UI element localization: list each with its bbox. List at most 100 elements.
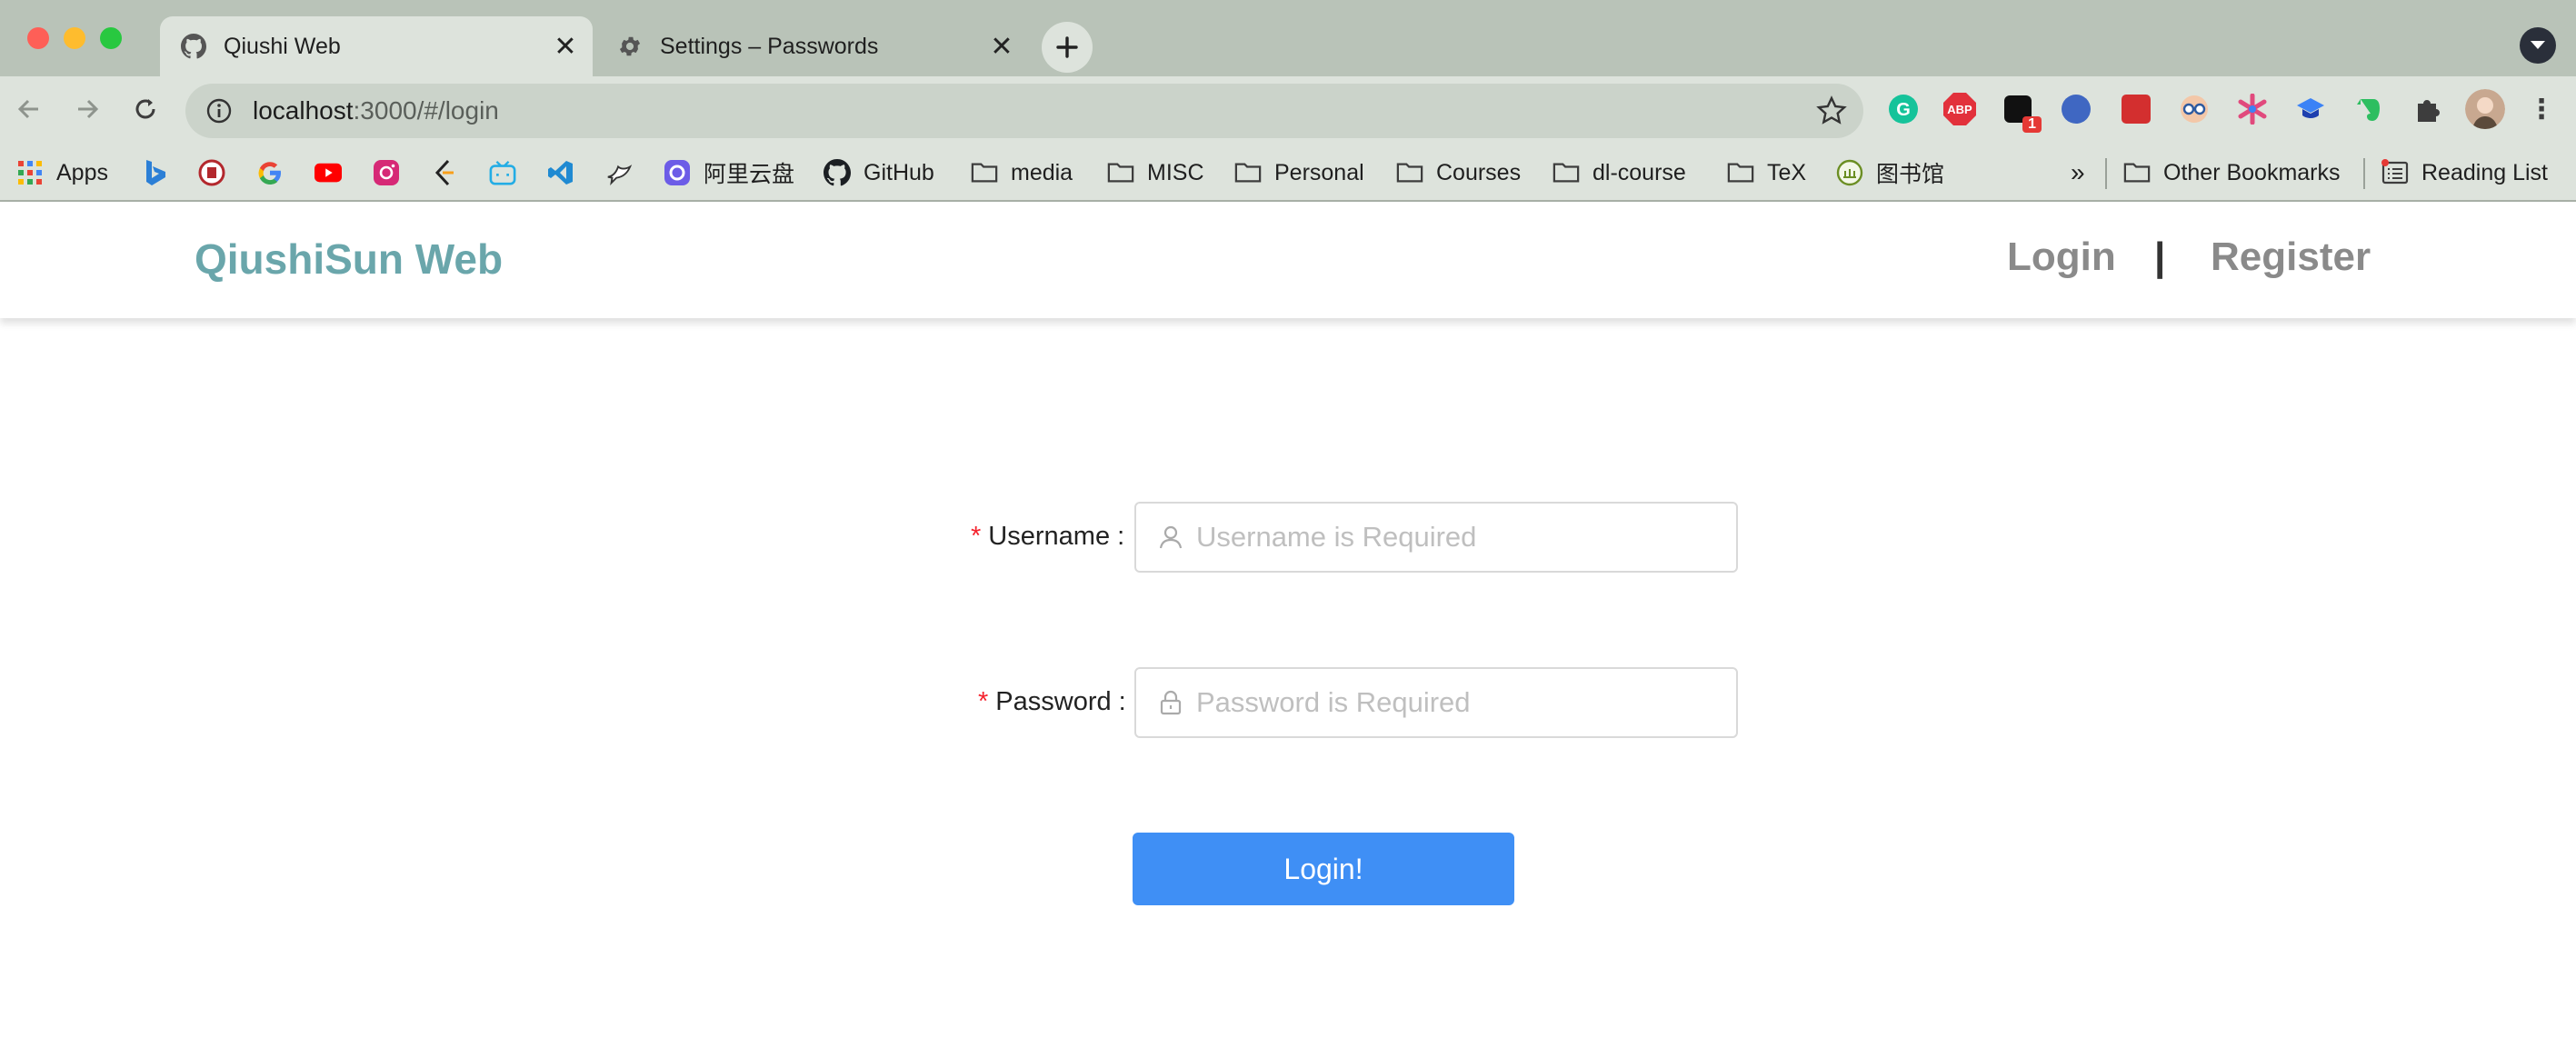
bookmark-apps[interactable]: Apps	[16, 156, 108, 189]
tab-qiushi-web[interactable]: Qiushi Web ✕	[160, 16, 593, 76]
address-bar[interactable]: localhost:3000/#/login	[185, 84, 1863, 138]
reload-button[interactable]	[125, 89, 165, 129]
bookmarks-divider	[2105, 158, 2107, 189]
adblock-plus-icon[interactable]: ABP	[1942, 91, 1978, 127]
tab-settings-passwords[interactable]: Settings – Passwords ✕	[596, 16, 1029, 76]
seal-icon	[198, 159, 225, 186]
bookmark-bilibili[interactable]	[489, 156, 529, 189]
new-tab-button[interactable]	[1042, 22, 1093, 73]
reading-list-button[interactable]: Reading List	[2381, 156, 2548, 189]
site-brand[interactable]: QiushiSun Web	[195, 235, 503, 284]
bookmarks-bar: Apps 阿里云盘 GitHub media MISC Personal Cou…	[0, 145, 2576, 202]
grammarly-icon[interactable]: G	[1885, 91, 1922, 127]
back-button[interactable]	[9, 89, 49, 129]
bookmark-folder-misc[interactable]: MISC	[1107, 156, 1204, 189]
bookmark-instagram[interactable]	[373, 156, 413, 189]
avatar[interactable]	[2465, 89, 2505, 129]
lock-icon	[1160, 690, 1182, 715]
overflow-chevron-icon: »	[2071, 158, 2085, 186]
bookmark-bing[interactable]	[142, 156, 182, 189]
instagram-icon	[373, 159, 400, 186]
bookmark-label: media	[1011, 159, 1073, 185]
bookmark-folder-media[interactable]: media	[971, 156, 1073, 189]
bookmark-aliyun-drive[interactable]: 阿里云盘	[664, 156, 794, 189]
library-icon	[1836, 159, 1863, 186]
required-marker: *	[971, 522, 982, 551]
plus-icon	[1056, 36, 1078, 58]
glasses-extension-icon[interactable]	[2176, 91, 2212, 127]
extension-badge-count: 1	[2022, 116, 2042, 133]
bookmark-folder-dl-course[interactable]: dl-course	[1553, 156, 1686, 189]
bookmark-label: 阿里云盘	[704, 162, 795, 187]
bookmark-youtube[interactable]	[315, 156, 354, 189]
forward-button[interactable]	[67, 89, 107, 129]
password-input[interactable]	[1194, 685, 1736, 720]
nav-login-link[interactable]: Login	[2007, 235, 2116, 280]
reading-list-icon	[2381, 159, 2409, 186]
password-label-text: Password :	[995, 687, 1126, 716]
bookmark-label: Reading List	[2421, 159, 2548, 185]
close-tab-icon[interactable]: ✕	[985, 30, 1018, 63]
bookmark-google[interactable]	[256, 156, 296, 189]
browser-menu-icon[interactable]: ⋮	[2523, 91, 2560, 127]
bing-icon	[142, 159, 169, 186]
bookmark-bird[interactable]	[605, 156, 645, 189]
bookmark-label: Courses	[1436, 159, 1522, 185]
github-icon	[824, 159, 851, 186]
username-input[interactable]	[1194, 520, 1736, 554]
pinwheel-icon[interactable]	[2234, 91, 2271, 127]
bookmark-label: TeX	[1767, 159, 1807, 185]
chevron-down-icon	[2531, 41, 2545, 49]
bookmark-folder-courses[interactable]: Courses	[1396, 156, 1521, 189]
folder-icon	[1234, 159, 1262, 186]
tab-title: Settings – Passwords	[660, 33, 879, 59]
github-icon	[180, 33, 207, 60]
url-text: localhost:3000/#/login	[253, 96, 499, 125]
login-submit-button[interactable]: Login!	[1133, 833, 1514, 905]
arrow-right-icon	[78, 99, 99, 119]
tab-search-button[interactable]	[2520, 27, 2556, 64]
google-icon	[256, 159, 284, 186]
svg-text:G: G	[1896, 100, 1911, 120]
nav-register-link[interactable]: Register	[2211, 235, 2371, 280]
bookmark-folder-personal[interactable]: Personal	[1234, 156, 1364, 189]
abp-label: ABP	[1947, 102, 1972, 116]
folder-icon	[1396, 159, 1423, 186]
password-field[interactable]	[1134, 667, 1738, 738]
puzzle-icon[interactable]	[2409, 91, 2445, 127]
bookmarks-overflow-button[interactable]: »	[2071, 156, 2085, 189]
avatar-extension-icon[interactable]	[2058, 91, 2094, 127]
bookmark-folder-tex[interactable]: TeX	[1727, 156, 1806, 189]
bilibili-icon	[489, 159, 516, 186]
username-label-text: Username :	[988, 522, 1125, 551]
bookmark-github[interactable]: GitHub	[824, 156, 934, 189]
folder-icon	[1107, 159, 1134, 186]
bookmark-leetcode[interactable]	[431, 156, 471, 189]
youtube-icon	[315, 159, 342, 186]
bookmark-vscode[interactable]	[547, 156, 587, 189]
bookmark-seal[interactable]	[198, 156, 238, 189]
extension-badge-icon[interactable]: 1	[2000, 91, 2042, 133]
bookmark-label: GitHub	[864, 159, 934, 185]
bookmark-label: MISC	[1147, 159, 1204, 185]
minimize-window-button[interactable]	[64, 27, 85, 49]
nav-separator: |	[2154, 235, 2166, 279]
bird-icon	[605, 159, 633, 186]
close-window-button[interactable]	[27, 27, 49, 49]
pdf-icon[interactable]	[2118, 91, 2154, 127]
graduation-cap-icon[interactable]	[2292, 91, 2329, 127]
maximize-window-button[interactable]	[100, 27, 122, 49]
username-field[interactable]	[1134, 502, 1738, 573]
bookmark-other-bookmarks[interactable]: Other Bookmarks	[2123, 156, 2341, 189]
user-icon	[1159, 525, 1183, 549]
info-icon[interactable]	[205, 97, 233, 125]
apps-grid-icon	[16, 159, 44, 186]
bookmark-library[interactable]: 图书馆	[1836, 156, 1944, 189]
url-host: localhost	[253, 96, 354, 125]
bookmark-star-icon[interactable]	[1816, 95, 1847, 126]
bookmark-label: Other Bookmarks	[2163, 159, 2341, 185]
aliyun-drive-icon	[664, 159, 691, 186]
bookmark-label: Personal	[1274, 159, 1364, 185]
close-tab-icon[interactable]: ✕	[549, 30, 582, 63]
evernote-icon[interactable]	[2351, 91, 2387, 127]
